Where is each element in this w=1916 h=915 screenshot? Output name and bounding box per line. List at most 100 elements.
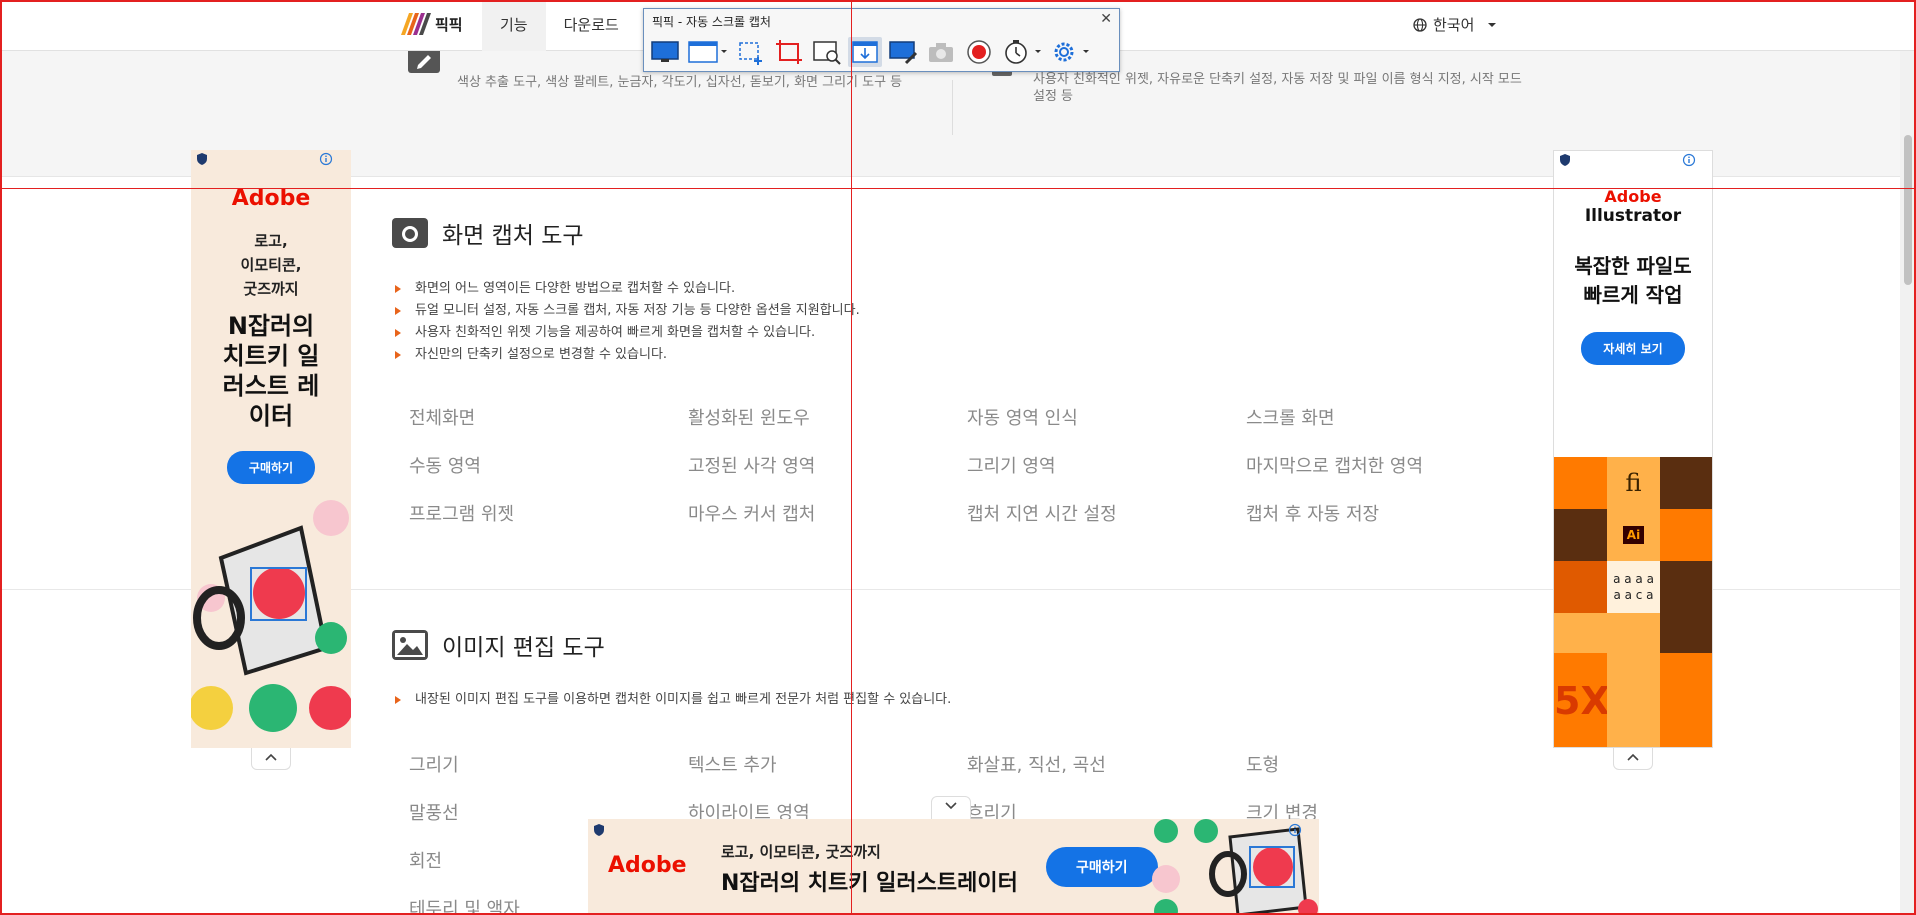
capture-feature-grid: 전체화면 활성화된 윈도우 자동 영역 인식 스크롤 화면 수동 영역 고정된 … [409, 407, 1525, 551]
nav-item-download[interactable]: 다운로드 [546, 0, 637, 51]
buy-button[interactable]: 구매하기 [1046, 847, 1158, 887]
ad-line: 로고, [254, 232, 288, 250]
feature-link[interactable]: 프로그램 위젯 [409, 503, 688, 551]
product-name: Illustrator [1584, 206, 1682, 226]
feature-link[interactable]: 수동 영역 [409, 455, 688, 503]
feature-link[interactable]: 그리기 영역 [967, 455, 1246, 503]
adchoices-icon[interactable] [1558, 153, 1572, 167]
tile [1607, 613, 1660, 653]
tile [1554, 457, 1607, 509]
globe-icon [1413, 17, 1427, 32]
region-capture-button[interactable] [734, 37, 768, 67]
settings-button[interactable] [1048, 37, 1092, 67]
monitor-pen-icon [889, 41, 918, 65]
info-icon[interactable] [319, 152, 333, 166]
edit-section-title: 이미지 편집 도구 [392, 628, 605, 662]
feature-link[interactable]: 스크롤 화면 [1246, 407, 1525, 455]
draw-region-capture-button[interactable] [886, 37, 920, 67]
learn-more-button[interactable]: 자세히 보기 [1581, 332, 1685, 365]
ad-line: 이모티콘, [240, 256, 302, 274]
tile [1660, 457, 1712, 509]
feature-link[interactable]: 캡처 지연 시간 설정 [967, 503, 1246, 551]
tile: fi [1607, 457, 1660, 509]
illustrator-tile-grid: fi Ai a a a a a a c a 5X [1554, 457, 1712, 747]
bullet-item: 내장된 이미지 편집 도구를 이용하면 캡처한 이미지를 쉽고 빠르게 전문가 … [393, 689, 951, 711]
right-banner-ad[interactable]: Adobe Illustrator 복잡한 파일도 빠르게 작업 자세히 보기 … [1553, 150, 1713, 748]
right-ad-collapse-button[interactable] [1613, 748, 1653, 770]
window-icon [688, 41, 727, 63]
tile: Ai [1607, 509, 1660, 561]
main-nav: 기능 다운로드 [482, 0, 637, 51]
scroll-capture-button[interactable] [848, 37, 882, 67]
tile [1554, 561, 1607, 613]
bottom-ad-expand-button[interactable] [931, 796, 971, 820]
logo-icon [400, 13, 432, 35]
ad-line: 빠르게 작업 [1583, 283, 1683, 307]
crop-icon [776, 40, 802, 64]
bullet-item: 듀얼 모니터 설정, 자동 스크롤 캡처, 자동 저장 기능 등 다양한 옵션을… [393, 300, 860, 322]
ad-headline: N잡러의 치트키 일러스트 레이터 [222, 312, 320, 430]
tile [1554, 509, 1607, 561]
info-icon[interactable] [1682, 153, 1696, 167]
brand-logo[interactable]: 픽픽 [400, 13, 463, 35]
ad-headline: N잡러의 치트키 일러스트레이터 [721, 871, 1018, 896]
caret-down-icon [1488, 22, 1497, 27]
delay-timer-button[interactable] [1000, 37, 1044, 67]
ad-subline: 로고, 이모티콘, 굿즈까지 [721, 843, 881, 861]
fixed-region-capture-button[interactable] [772, 37, 806, 67]
scrollbar-thumb[interactable] [1904, 135, 1912, 285]
capture-tools [648, 37, 1092, 67]
page-scrollbar[interactable] [1900, 0, 1916, 915]
ad-line: 굿즈까지 [243, 280, 299, 298]
camera-icon [392, 217, 428, 248]
region-select-icon [739, 42, 762, 65]
feature-link[interactable]: 마지막으로 캡처한 영역 [1246, 455, 1525, 503]
capture-bullets: 화면의 어느 영역이든 다양한 방법으로 캡처할 수 있습니다. 듀얼 모니터 … [393, 278, 860, 366]
feature-link[interactable]: 활성화된 윈도우 [688, 407, 967, 455]
language-selector[interactable]: 한국어 [1413, 14, 1498, 35]
window-capture-button[interactable] [686, 37, 730, 67]
capture-toolbar-window[interactable]: 픽픽 - 자동 스크롤 캡처 ✕ [643, 8, 1120, 72]
tile: 5X [1554, 653, 1610, 747]
feature-link[interactable]: 마우스 커서 캡처 [688, 503, 967, 551]
chevron-down-icon [945, 802, 957, 810]
feature-link[interactable]: 캡처 후 자동 저장 [1246, 503, 1525, 551]
buy-button[interactable]: 구매하기 [226, 451, 316, 484]
feature-link[interactable]: 그리기 [409, 754, 688, 802]
capture-section-title: 화면 캡처 도구 [392, 216, 584, 250]
scroll-capture-icon [852, 41, 878, 63]
mug-illustration [191, 498, 351, 748]
image-icon [392, 630, 428, 660]
bullet-item: 자신만의 단축키 설정으로 변경할 수 있습니다. [393, 344, 860, 366]
edit-title-text: 이미지 편집 도구 [442, 635, 605, 661]
feature-link[interactable]: 화살표, 직선, 곡선 [967, 754, 1246, 802]
feature-link[interactable]: 자동 영역 인식 [967, 407, 1246, 455]
info-icon[interactable] [1288, 823, 1302, 837]
gear-icon [1054, 42, 1089, 62]
tile [1660, 509, 1712, 561]
feature-link[interactable]: 도형 [1246, 754, 1525, 802]
nav-item-features[interactable]: 기능 [482, 0, 546, 51]
search-window-icon [813, 41, 841, 65]
monitor-icon [651, 41, 679, 62]
last-capture-button[interactable] [924, 37, 958, 67]
vertical-guide-line [851, 0, 852, 915]
camera-icon [929, 43, 953, 62]
adchoices-icon[interactable] [592, 823, 606, 837]
chevron-up-icon [265, 753, 277, 761]
close-button[interactable]: ✕ [1100, 11, 1112, 27]
feature-link[interactable]: 텍스트 추가 [688, 754, 967, 802]
fullscreen-capture-button[interactable] [648, 37, 682, 67]
adchoices-icon[interactable] [195, 152, 209, 166]
tile [1660, 653, 1712, 747]
feature-link[interactable]: 전체화면 [409, 407, 688, 455]
tile [1554, 613, 1607, 653]
bottom-banner-ad[interactable]: Adobe 로고, 이모티콘, 굿즈까지 N잡러의 치트키 일러스트레이터 구매… [588, 819, 1319, 915]
left-ad-collapse-button[interactable] [251, 748, 291, 770]
auto-region-capture-button[interactable] [810, 37, 844, 67]
column-divider [952, 80, 953, 135]
record-button[interactable] [962, 37, 996, 67]
type-sample: a a a a [1613, 572, 1654, 586]
left-banner-ad[interactable]: Adobe 로고, 이모티콘, 굿즈까지 N잡러의 치트키 일러스트 레이터 구… [191, 150, 351, 748]
feature-link[interactable]: 고정된 사각 영역 [688, 455, 967, 503]
